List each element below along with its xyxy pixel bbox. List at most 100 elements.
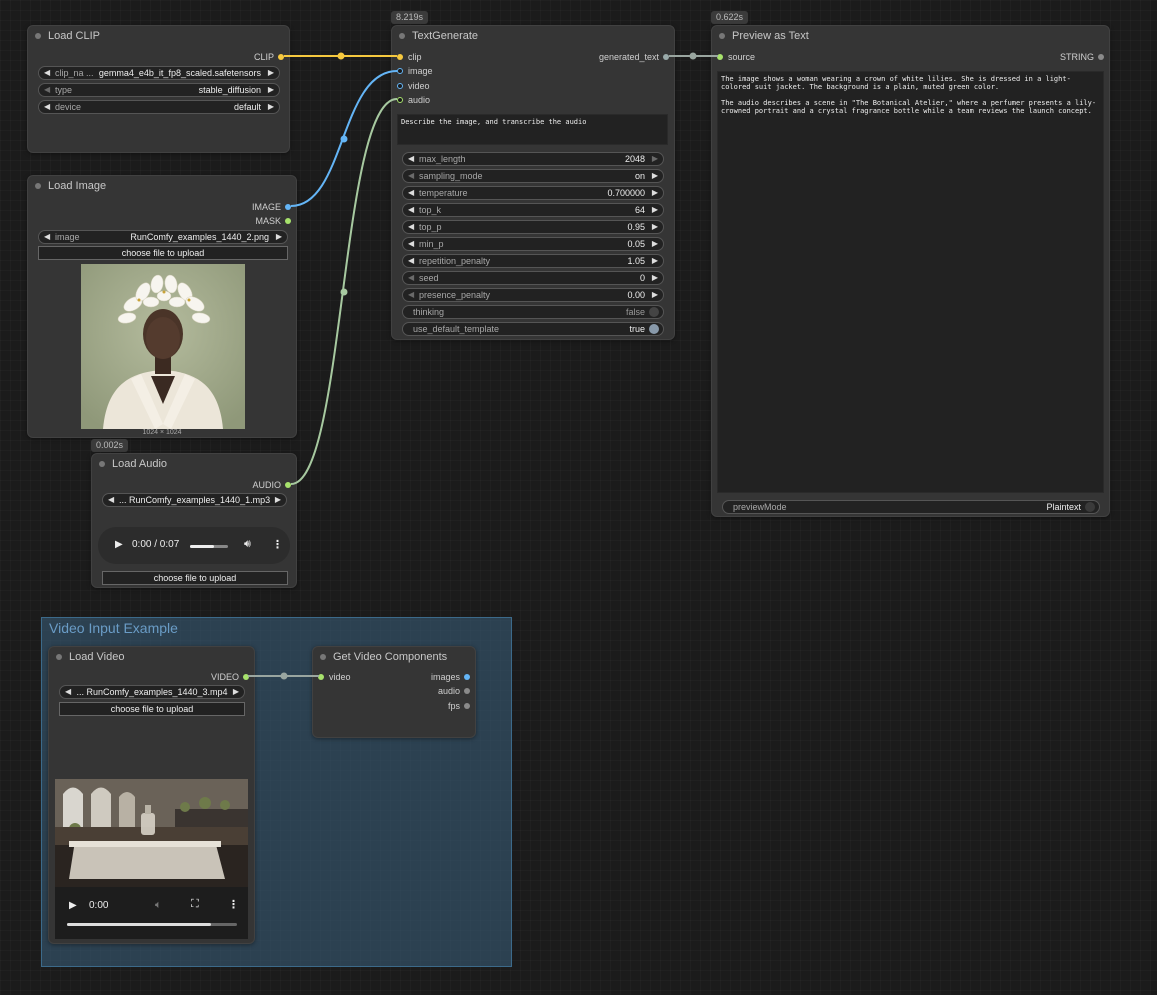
fullscreen-icon[interactable]: ⛶ [191, 898, 199, 911]
arrow-left-icon[interactable]: ◀ [408, 272, 414, 284]
collapse-dot-icon[interactable] [35, 33, 41, 39]
load-clip-node[interactable]: Load CLIP CLIP ◀ clip_na ... gemma4_e4b_… [27, 25, 290, 153]
collapse-dot-icon[interactable] [56, 654, 62, 660]
node-header[interactable]: Load Image [28, 176, 296, 196]
volume-muted-icon[interactable]: 🔈︎ [155, 899, 162, 912]
preview-as-text-node[interactable]: Preview as Text source STRING The image … [711, 25, 1110, 517]
audio-progress-bar[interactable] [190, 545, 228, 548]
arrow-right-icon[interactable]: ▶ [652, 204, 658, 216]
text-generate-node[interactable]: TextGenerate clip image video audio gene… [391, 25, 675, 340]
more-options-icon[interactable]: ⋮ [228, 898, 239, 911]
audio-output[interactable]: AUDIO [252, 478, 291, 492]
node-header[interactable]: Load CLIP [28, 26, 289, 46]
arrow-left-icon[interactable]: ◀ [408, 221, 414, 233]
preview-text-area[interactable]: The image shows a woman wearing a crown … [717, 71, 1104, 493]
collapse-dot-icon[interactable] [320, 654, 326, 660]
play-icon[interactable]: ▶ [115, 539, 123, 550]
string-output[interactable]: STRING [1060, 50, 1104, 64]
arrow-left-icon[interactable]: ◀ [44, 101, 50, 113]
max-length-number[interactable]: ◀ max_length 2048 ▶ [402, 152, 664, 166]
get-video-components-node[interactable]: Get Video Components video images audio … [312, 646, 476, 738]
video-input[interactable]: video [318, 670, 351, 684]
video-input[interactable]: video [397, 79, 430, 93]
arrow-right-icon[interactable]: ▶ [652, 170, 658, 182]
image-input[interactable]: image [397, 64, 433, 78]
slot-dot-icon[interactable] [464, 674, 470, 680]
slot-dot-icon[interactable] [397, 54, 403, 60]
fps-output[interactable]: fps [448, 699, 470, 713]
device-combo[interactable]: ◀ device default ▶ [38, 100, 280, 114]
arrow-right-icon[interactable]: ▶ [652, 272, 658, 284]
clip-name-combo[interactable]: ◀ clip_na ... gemma4_e4b_it_fp8_scaled.s… [38, 66, 280, 80]
slot-dot-icon[interactable] [397, 83, 403, 89]
video-file-combo[interactable]: ◀ ... RunComfy_examples_1440_3.mp4 ▶ [59, 685, 245, 699]
collapse-dot-icon[interactable] [719, 33, 725, 39]
slot-dot-icon[interactable] [397, 97, 403, 103]
slot-dot-icon[interactable] [285, 204, 291, 210]
slot-dot-icon[interactable] [663, 54, 669, 60]
audio-input[interactable]: audio [397, 93, 430, 107]
images-output[interactable]: images [431, 670, 470, 684]
generated-text-output[interactable]: generated_text [599, 50, 669, 64]
video-progress-bar[interactable] [67, 923, 237, 926]
clip-output[interactable]: CLIP [254, 50, 284, 64]
arrow-right-icon[interactable]: ▶ [652, 153, 658, 165]
node-header[interactable]: Preview as Text [712, 26, 1109, 46]
arrow-right-icon[interactable]: ▶ [268, 101, 274, 113]
arrow-left-icon[interactable]: ◀ [44, 231, 50, 243]
arrow-left-icon[interactable]: ◀ [408, 238, 414, 250]
arrow-left-icon[interactable]: ◀ [408, 153, 414, 165]
arrow-right-icon[interactable]: ▶ [275, 494, 281, 506]
slot-dot-icon[interactable] [285, 482, 291, 488]
slot-dot-icon[interactable] [464, 688, 470, 694]
choose-file-button[interactable]: choose file to upload [59, 702, 245, 716]
arrow-left-icon[interactable]: ◀ [408, 289, 414, 301]
mask-output[interactable]: MASK [255, 214, 291, 228]
clip-input[interactable]: clip [397, 50, 422, 64]
repetition-penalty-number[interactable]: ◀ repetition_penalty 1.05 ▶ [402, 254, 664, 268]
slot-dot-icon[interactable] [397, 68, 403, 74]
load-video-node[interactable]: Load Video VIDEO ◀ ... RunComfy_examples… [48, 646, 255, 944]
volume-icon[interactable]: 🔊︎ [244, 538, 251, 551]
arrow-left-icon[interactable]: ◀ [408, 187, 414, 199]
arrow-left-icon[interactable]: ◀ [65, 686, 71, 698]
type-combo[interactable]: ◀ type stable_diffusion ▶ [38, 83, 280, 97]
slot-dot-icon[interactable] [717, 54, 723, 60]
arrow-right-icon[interactable]: ▶ [268, 84, 274, 96]
arrow-right-icon[interactable]: ▶ [652, 238, 658, 250]
audio-player[interactable]: ▶ 0:00 / 0:07 🔊︎ ⋮ [98, 527, 290, 564]
sampling-mode-combo[interactable]: ◀ sampling_mode on ▶ [402, 169, 664, 183]
collapse-dot-icon[interactable] [35, 183, 41, 189]
thinking-toggle[interactable]: thinking false [402, 305, 664, 319]
top-k-number[interactable]: ◀ top_k 64 ▶ [402, 203, 664, 217]
slot-dot-icon[interactable] [243, 674, 249, 680]
presence-penalty-number[interactable]: ◀ presence_penalty 0.00 ▶ [402, 288, 664, 302]
slot-dot-icon[interactable] [1098, 54, 1104, 60]
collapse-dot-icon[interactable] [399, 33, 405, 39]
arrow-left-icon[interactable]: ◀ [44, 67, 50, 79]
toggle-on-icon[interactable] [649, 324, 659, 334]
play-icon[interactable]: ▶ [69, 900, 77, 911]
arrow-right-icon[interactable]: ▶ [276, 231, 282, 243]
arrow-left-icon[interactable]: ◀ [408, 204, 414, 216]
slot-dot-icon[interactable] [464, 703, 470, 709]
video-controls[interactable]: ▶ 0:00 🔈︎ ⛶ ⋮ [55, 887, 248, 939]
arrow-left-icon[interactable]: ◀ [408, 255, 414, 267]
use-default-template-toggle[interactable]: use_default_template true [402, 322, 664, 336]
arrow-right-icon[interactable]: ▶ [268, 67, 274, 79]
seed-number[interactable]: ◀ seed 0 ▶ [402, 271, 664, 285]
node-header[interactable]: TextGenerate [392, 26, 674, 46]
arrow-left-icon[interactable]: ◀ [108, 494, 114, 506]
image-combo[interactable]: ◀ image RunComfy_examples_1440_2.png ▶ [38, 230, 288, 244]
arrow-right-icon[interactable]: ▶ [652, 221, 658, 233]
top-p-number[interactable]: ◀ top_p 0.95 ▶ [402, 220, 664, 234]
audio-file-combo[interactable]: ◀ ... RunComfy_examples_1440_1.mp3 ▶ [102, 493, 287, 507]
video-output[interactable]: VIDEO [211, 670, 249, 684]
more-options-icon[interactable]: ⋮ [272, 538, 283, 551]
source-input[interactable]: source [717, 50, 755, 64]
toggle-off-icon[interactable] [649, 307, 659, 317]
min-p-number[interactable]: ◀ min_p 0.05 ▶ [402, 237, 664, 251]
choose-file-button[interactable]: choose file to upload [102, 571, 288, 585]
slot-dot-icon[interactable] [278, 54, 284, 60]
arrow-right-icon[interactable]: ▶ [652, 289, 658, 301]
